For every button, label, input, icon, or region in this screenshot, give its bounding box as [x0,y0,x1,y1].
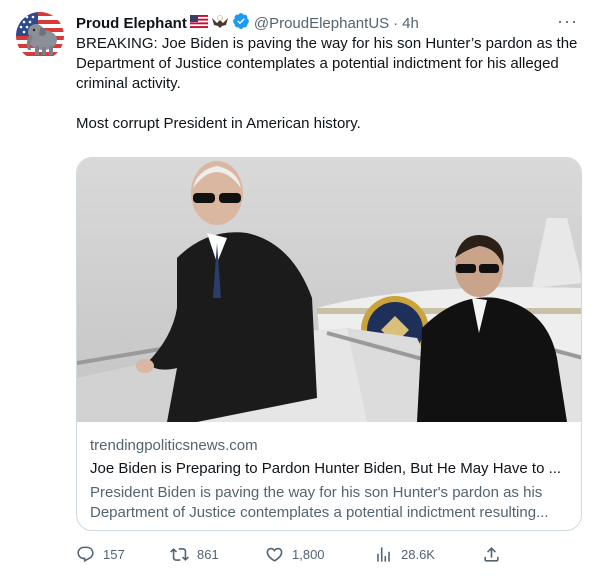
heart-icon [266,547,283,562]
retweet-count: 861 [197,546,219,562]
action-bar: 157 861 1,800 28.6K [76,541,499,567]
card-meta: trendingpoliticsnews.com Joe Biden is Pr… [90,436,572,523]
like-button[interactable]: 1,800 [265,541,325,567]
card-domain: trendingpoliticsnews.com [90,437,258,454]
tweet-text: BREAKING: Joe Biden is paving the way fo… [76,34,586,134]
avatar[interactable] [16,12,64,60]
retweet-button[interactable]: 861 [170,541,219,567]
card-photo-illustration [77,158,581,422]
share-icon [484,546,499,562]
card-title[interactable]: Joe Biden is Preparing to Pardon Hunter … [90,459,572,479]
timestamp[interactable]: 4h [402,15,419,32]
eagle-icon [211,14,229,33]
us-flag-icon [189,14,209,32]
more-options-icon[interactable]: ··· [557,12,578,30]
card-image[interactable] [77,158,581,422]
separator-dot: · [393,14,399,32]
tweet-paragraph: Most corrupt President in American histo… [76,115,361,132]
share-button[interactable] [482,541,501,567]
views-chart-icon [377,546,390,562]
card-description: President Biden is paving the way for hi… [90,484,549,521]
retweet-icon [170,547,189,561]
tweet-paragraph: BREAKING: Joe Biden is paving the way fo… [76,35,578,92]
display-name[interactable]: Proud Elephant [76,15,187,32]
reply-button[interactable]: 157 [76,541,125,567]
like-count: 1,800 [292,546,325,562]
elephant-avatar-icon [16,12,64,60]
handle[interactable]: @ProudElephantUS [254,15,389,32]
reply-icon [77,546,94,562]
verified-badge-icon[interactable] [232,12,250,34]
reply-count: 157 [103,546,125,562]
link-preview-card[interactable]: trendingpoliticsnews.com Joe Biden is Pr… [76,157,582,531]
views-count: 28.6K [401,546,435,562]
views-button[interactable]: 28.6K [374,541,435,567]
tweet[interactable]: Proud Elephant @ProudElephantUS · 4h ···… [0,0,598,576]
tweet-header: Proud Elephant @ProudElephantUS · 4h ··· [76,12,582,34]
